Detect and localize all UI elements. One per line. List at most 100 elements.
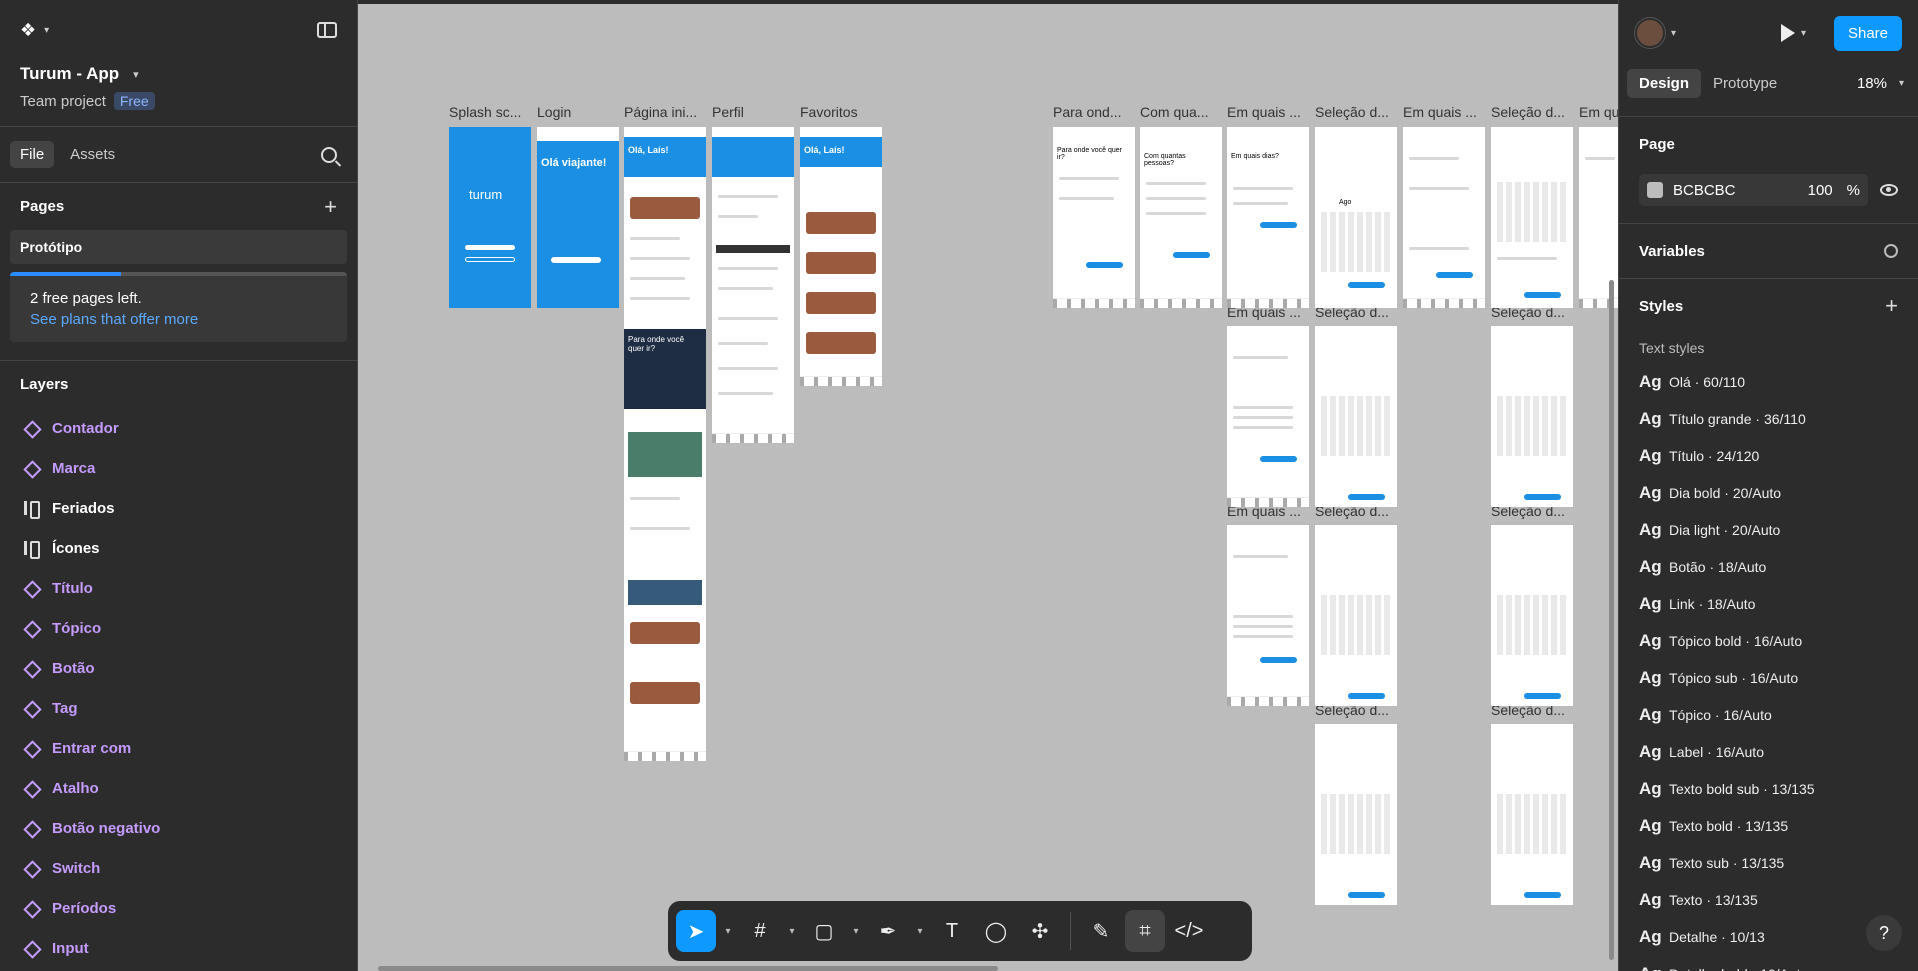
- text-style-item[interactable]: AgDetalhe bold · 10/Auto: [1639, 955, 1898, 971]
- vertical-scrollbar[interactable]: [1609, 280, 1614, 960]
- frame-days-2[interactable]: [1403, 127, 1485, 308]
- frame-favorites[interactable]: Olá, Laís!: [800, 127, 882, 386]
- text-style-item[interactable]: Ag Link · 18/Auto: [1639, 585, 1898, 622]
- frame-label-days-3[interactable]: Em quais: [1579, 104, 1618, 120]
- text-style-item[interactable]: Ag Tópico sub · 16/Auto: [1639, 659, 1898, 696]
- add-page-icon[interactable]: +: [324, 194, 337, 220]
- text-style-item[interactable]: Ag Texto sub · 13/135: [1639, 844, 1898, 881]
- chevron-down-icon[interactable]: ▾: [784, 926, 800, 937]
- rectangle-tool-icon[interactable]: ▢: [804, 910, 844, 952]
- visibility-eye-icon[interactable]: [1880, 184, 1898, 196]
- chevron-down-icon[interactable]: ▾: [912, 926, 928, 937]
- layer-item[interactable]: Ícones: [0, 528, 357, 568]
- layer-item[interactable]: Contador: [0, 408, 357, 448]
- chevron-down-icon[interactable]: ▾: [1671, 28, 1676, 39]
- text-tool-icon[interactable]: T: [932, 910, 972, 952]
- frame-where[interactable]: Para onde você quer ir?: [1053, 127, 1135, 308]
- dev-mode-icon[interactable]: </>: [1169, 910, 1209, 952]
- plan-badge[interactable]: Free: [113, 92, 155, 110]
- layer-item[interactable]: Feriados: [0, 488, 357, 528]
- page-color-value[interactable]: BCBCBC: [1673, 182, 1736, 199]
- frame-select-2[interactable]: [1491, 127, 1573, 308]
- zoom-level[interactable]: 18%: [1857, 75, 1887, 92]
- frame-splash[interactable]: turum: [449, 127, 531, 308]
- frame-select-1[interactable]: Ago: [1315, 127, 1397, 308]
- pen-tool-icon[interactable]: ✒: [868, 910, 908, 952]
- frame-label-select-1[interactable]: Seleção d...: [1315, 104, 1389, 120]
- frame-label-where[interactable]: Para ond...: [1053, 104, 1122, 120]
- main-menu-button[interactable]: ❖ ▾: [20, 20, 49, 41]
- design-canvas[interactable]: Splash sc... Login Página ini... Perfil …: [358, 0, 1618, 971]
- avatar[interactable]: [1635, 18, 1665, 48]
- frame-label-select-2[interactable]: Seleção d...: [1491, 104, 1565, 120]
- comment-tool-icon[interactable]: ◯: [976, 910, 1016, 952]
- frame-login[interactable]: Olá viajante!: [537, 127, 619, 308]
- frame-label-favorites[interactable]: Favoritos: [800, 104, 858, 120]
- text-style-item[interactable]: Ag Tópico · 16/Auto: [1639, 696, 1898, 733]
- design-mode-icon[interactable]: ⌗: [1125, 910, 1165, 952]
- frame-select-6[interactable]: [1491, 525, 1573, 706]
- layer-item[interactable]: Períodos: [0, 888, 357, 928]
- chevron-down-icon[interactable]: ▾: [1801, 28, 1806, 39]
- sidebar-toggle-icon[interactable]: [317, 22, 337, 38]
- add-style-icon[interactable]: +: [1885, 293, 1898, 319]
- color-swatch[interactable]: [1647, 182, 1663, 198]
- tab-assets[interactable]: Assets: [60, 141, 125, 168]
- chevron-down-icon[interactable]: ▾: [848, 926, 864, 937]
- page-item-prototipo[interactable]: Protótipo: [10, 230, 347, 264]
- layer-item[interactable]: Título: [0, 568, 357, 608]
- layer-item[interactable]: Marca: [0, 448, 357, 488]
- frame-label-days-1[interactable]: Em quais ...: [1227, 104, 1301, 120]
- frame-select-5[interactable]: [1315, 525, 1397, 706]
- frame-select-3[interactable]: [1315, 326, 1397, 507]
- page-color-field[interactable]: BCBCBC 100 %: [1639, 174, 1868, 206]
- frame-label-login[interactable]: Login: [537, 104, 571, 120]
- present-icon[interactable]: [1780, 24, 1795, 42]
- frame-label-home[interactable]: Página ini...: [624, 104, 697, 120]
- chevron-down-icon[interactable]: ▾: [720, 926, 736, 937]
- actions-tool-icon[interactable]: ✣: [1020, 910, 1060, 952]
- layer-item[interactable]: Botão: [0, 648, 357, 688]
- frame-label-people[interactable]: Com qua...: [1140, 104, 1208, 120]
- tab-design[interactable]: Design: [1627, 68, 1702, 98]
- text-style-item[interactable]: Ag Botão · 18/Auto: [1639, 548, 1898, 585]
- frame-label-days-2[interactable]: Em quais ...: [1403, 104, 1477, 120]
- move-tool-icon[interactable]: ➤: [676, 910, 716, 952]
- horizontal-scrollbar[interactable]: [378, 966, 998, 971]
- text-style-item[interactable]: Ag Dia bold · 20/Auto: [1639, 474, 1898, 511]
- search-icon[interactable]: [321, 146, 337, 163]
- share-button[interactable]: Share: [1833, 15, 1902, 51]
- tab-file[interactable]: File: [10, 141, 55, 168]
- frame-label-splash[interactable]: Splash sc...: [449, 104, 521, 120]
- text-style-item[interactable]: Ag Tópico bold · 16/Auto: [1639, 622, 1898, 659]
- frame-label-profile[interactable]: Perfil: [712, 104, 744, 120]
- layer-item[interactable]: Entrar com: [0, 728, 357, 768]
- text-style-item[interactable]: Ag Título grande · 36/110: [1639, 400, 1898, 437]
- text-style-item[interactable]: Ag Título · 24/120: [1639, 437, 1898, 474]
- text-style-item[interactable]: Ag Olá · 60/110: [1639, 363, 1898, 400]
- layer-item[interactable]: Tag: [0, 688, 357, 728]
- variables-settings-icon[interactable]: [1884, 244, 1898, 258]
- frame-tool-icon[interactable]: #: [740, 910, 780, 952]
- frame-people[interactable]: Com quantas pessoas?: [1140, 127, 1222, 308]
- frame-select-4[interactable]: [1491, 326, 1573, 507]
- frame-days-1[interactable]: Em quais dias?: [1227, 127, 1309, 308]
- frame-home[interactable]: Olá, Laís! Para onde você quer ir?: [624, 127, 706, 761]
- help-button[interactable]: ?: [1866, 915, 1902, 951]
- text-style-item[interactable]: Ag Texto · 13/135: [1639, 881, 1898, 918]
- layer-item[interactable]: Input: [0, 928, 357, 968]
- project-title-button[interactable]: Turum - App ▾: [20, 64, 337, 84]
- draw-mode-icon[interactable]: ✎: [1081, 910, 1121, 952]
- text-style-item[interactable]: Ag Texto bold sub · 13/135: [1639, 770, 1898, 807]
- frame-select-7[interactable]: [1315, 724, 1397, 905]
- frame-days-4[interactable]: [1227, 326, 1309, 507]
- frame-profile[interactable]: [712, 127, 794, 443]
- text-style-item[interactable]: Ag Dia light · 20/Auto: [1639, 511, 1898, 548]
- text-style-item[interactable]: Ag Label · 16/Auto: [1639, 733, 1898, 770]
- text-style-item[interactable]: Ag Texto bold · 13/135: [1639, 807, 1898, 844]
- layer-item[interactable]: Botão negativo: [0, 808, 357, 848]
- frame-select-8[interactable]: [1491, 724, 1573, 905]
- layer-item[interactable]: Switch: [0, 848, 357, 888]
- see-plans-link[interactable]: See plans that offer more: [30, 311, 327, 328]
- layer-item[interactable]: Tópico: [0, 608, 357, 648]
